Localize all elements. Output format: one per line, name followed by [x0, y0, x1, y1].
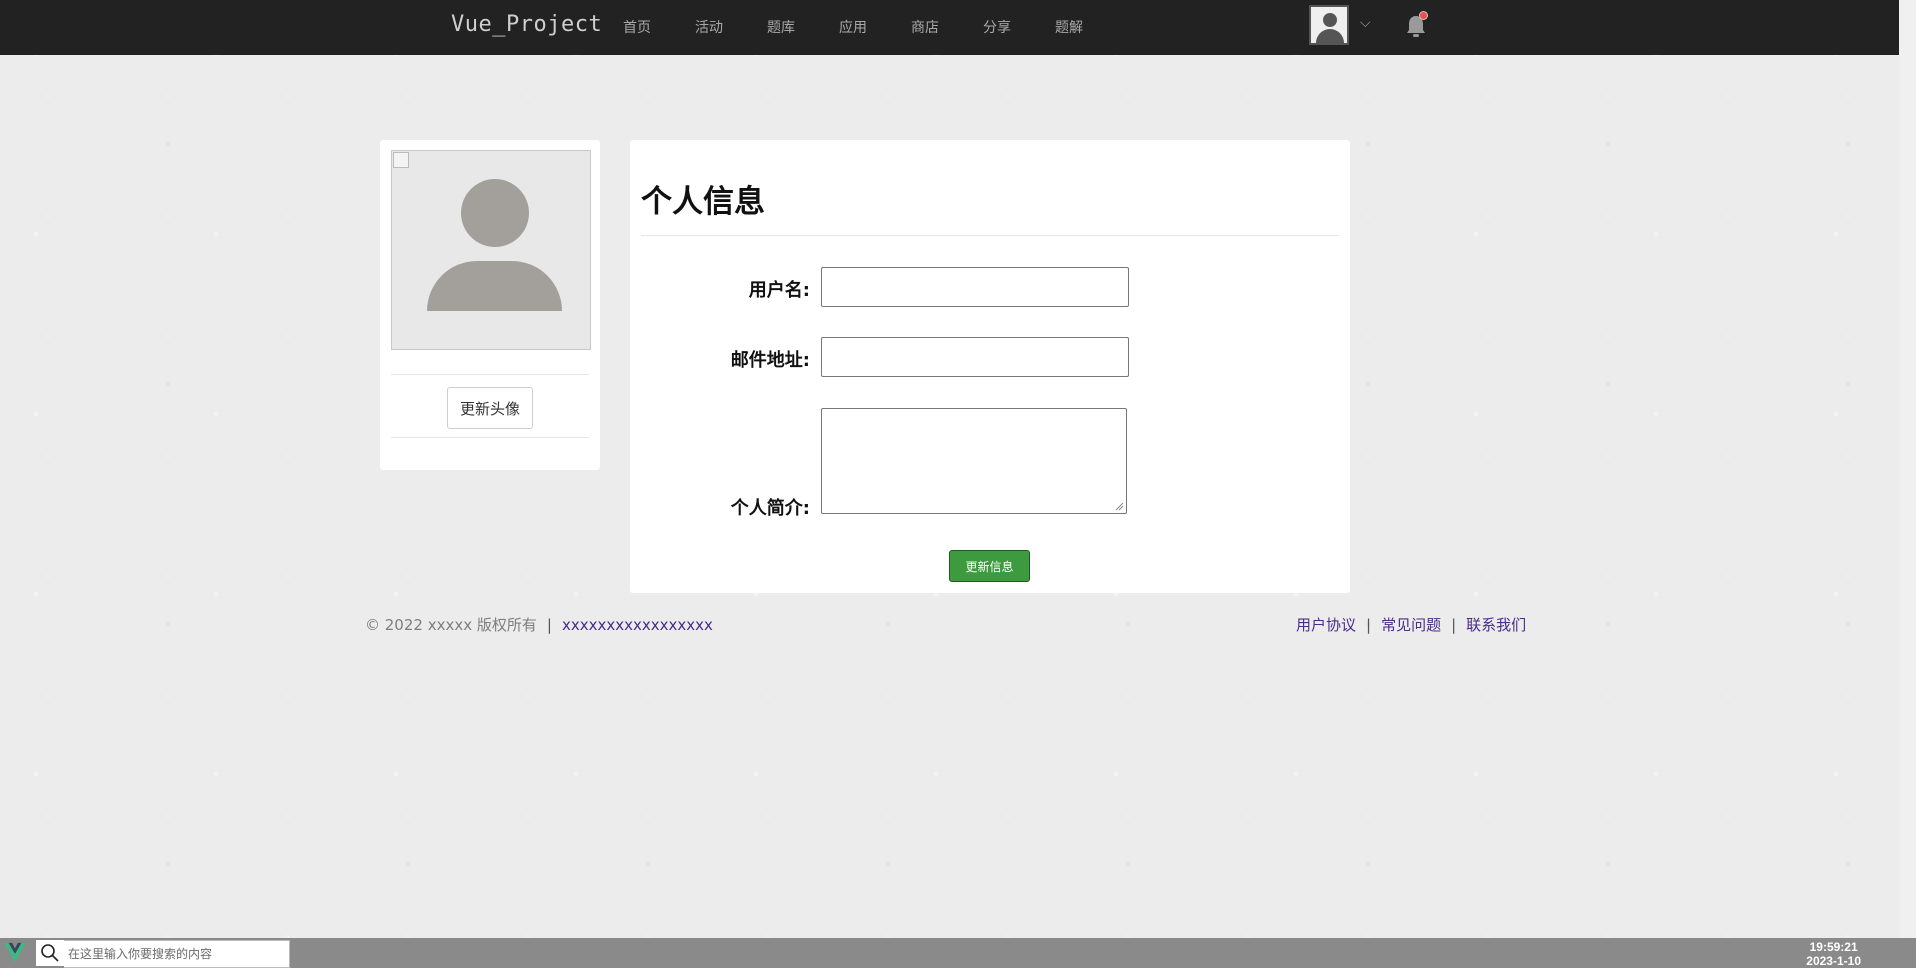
footer-link-faq[interactable]: 常见问题: [1381, 614, 1441, 635]
top-navbar: Vue_Project 首页 活动 题库 应用 商店 分享 题解 ⌵: [0, 0, 1899, 55]
taskbar: 19:59:21 2023-1-10: [0, 938, 1916, 968]
nav-link-apps[interactable]: 应用: [839, 17, 867, 37]
bio-textarea[interactable]: [821, 408, 1127, 514]
nav-link-activities[interactable]: 活动: [695, 17, 723, 37]
vue-logo-icon[interactable]: [4, 942, 26, 964]
copyright-text: © 2022 xxxxx 版权所有: [365, 616, 537, 634]
footer-right: 用户协议 | 常见问题 | 联系我们: [1296, 614, 1526, 635]
divider: [391, 374, 589, 375]
footer-link-contact[interactable]: 联系我们: [1466, 614, 1526, 635]
scrollbar[interactable]: [1899, 0, 1916, 938]
profile-avatar-image: [391, 150, 591, 350]
footer-separator: |: [546, 615, 552, 634]
email-label: 邮件地址:: [730, 350, 810, 371]
nav-link-home[interactable]: 首页: [623, 17, 651, 37]
avatar-placeholder-body: [427, 261, 562, 311]
brand-logo[interactable]: Vue_Project: [451, 12, 602, 37]
avatar-placeholder-head: [461, 179, 529, 247]
notification-badge: [1419, 11, 1428, 20]
footer-separator: |: [1451, 615, 1457, 634]
page-title: 个人信息: [641, 184, 765, 220]
footer-separator: |: [1366, 615, 1372, 634]
avatar-body-shape: [1316, 29, 1344, 43]
footer-link-user-agreement[interactable]: 用户协议: [1296, 614, 1356, 635]
nav-link-problem-bank[interactable]: 题库: [767, 17, 795, 37]
username-label: 用户名:: [748, 280, 810, 301]
user-avatar-button[interactable]: [1309, 5, 1349, 45]
search-icon[interactable]: [36, 940, 64, 966]
clock-time: 19:59:21: [1809, 940, 1858, 954]
notification-bell-icon[interactable]: [1405, 11, 1428, 40]
taskbar-search-input[interactable]: [64, 940, 290, 968]
nav-link-share[interactable]: 分享: [983, 17, 1011, 37]
update-info-button[interactable]: 更新信息: [949, 550, 1030, 582]
chevron-down-icon[interactable]: ⌵: [1360, 15, 1371, 31]
username-field[interactable]: [821, 267, 1129, 307]
bio-label: 个人简介:: [730, 498, 810, 519]
resize-grip-icon[interactable]: [1114, 501, 1124, 511]
nav-link-store[interactable]: 商店: [911, 17, 939, 37]
title-divider: [641, 235, 1339, 236]
clock-date: 2023-1-10: [1806, 954, 1861, 968]
footer-left: © 2022 xxxxx 版权所有 | xxxxxxxxxxxxxxxxx: [365, 614, 713, 635]
broken-image-icon: [393, 152, 409, 168]
avatar-head-shape: [1323, 13, 1337, 27]
nav-links: 首页 活动 题库 应用 商店 分享 题解: [623, 17, 1127, 37]
system-clock: 19:59:21 2023-1-10: [1806, 940, 1861, 968]
divider: [391, 437, 589, 438]
update-avatar-button[interactable]: 更新头像: [447, 387, 533, 429]
profile-info-panel: 个人信息 用户名: 邮件地址: 个人简介: 更新信息: [630, 140, 1350, 593]
avatar-card: 更新头像: [380, 140, 600, 470]
footer-site-link[interactable]: xxxxxxxxxxxxxxxxx: [562, 616, 713, 634]
email-field[interactable]: [821, 337, 1129, 377]
nav-link-solutions[interactable]: 题解: [1055, 17, 1083, 37]
